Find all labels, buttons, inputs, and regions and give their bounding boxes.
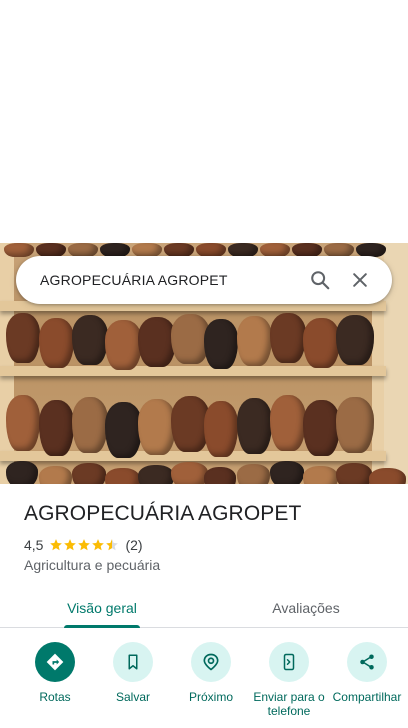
- search-bar[interactable]: AGROPECUÁRIA AGROPET: [16, 256, 392, 304]
- photo-gourd: [72, 315, 108, 365]
- photo-gourd: [171, 462, 208, 484]
- photo-gourd: [105, 402, 142, 458]
- star-icon: [92, 539, 105, 551]
- photo-gourd: [336, 397, 374, 453]
- share-label: Compartilhar: [332, 690, 402, 704]
- close-icon[interactable]: [340, 260, 380, 300]
- directions-icon: [35, 642, 75, 682]
- photo-gourd: [4, 243, 34, 257]
- action-row: Rotas Salvar Próximo Enviar para o telef…: [16, 642, 401, 720]
- photo-gourd: [336, 463, 372, 484]
- directions-label: Rotas: [39, 690, 71, 704]
- photo-gourd: [303, 466, 338, 484]
- photo-gourd: [228, 243, 258, 257]
- send-to-phone-icon: [269, 642, 309, 682]
- photo-gourd: [204, 467, 236, 484]
- photo-gourd: [196, 243, 226, 257]
- star-icon: [106, 539, 119, 551]
- photo-gourd: [356, 243, 386, 257]
- photo-gourd: [303, 400, 340, 456]
- photo-gourd: [72, 397, 108, 453]
- photo-gourd: [6, 313, 40, 363]
- photo-gourd: [270, 461, 304, 484]
- photo-gourd: [204, 319, 238, 369]
- star-icon: [64, 539, 77, 551]
- share-button[interactable]: Compartilhar: [328, 642, 406, 720]
- search-icon[interactable]: [300, 260, 340, 300]
- photo-gourd: [72, 463, 106, 484]
- photo-gourd: [39, 400, 74, 456]
- photo-gourd: [164, 243, 194, 257]
- photo-gourd: [292, 243, 322, 257]
- photo-gourd: [303, 318, 340, 368]
- photo-gourd: [105, 468, 140, 484]
- review-count[interactable]: (2): [125, 537, 142, 553]
- directions-button[interactable]: Rotas: [16, 642, 94, 720]
- rating-row[interactable]: 4,5 (2): [24, 537, 143, 553]
- send-to-phone-label: Enviar para o telefone: [253, 690, 325, 718]
- photo-gourd: [237, 398, 272, 454]
- photo-gourd: [132, 243, 162, 257]
- photo-gourd: [237, 464, 270, 484]
- star-icon: [78, 539, 91, 551]
- tab-reviews[interactable]: Avaliações: [204, 588, 408, 627]
- photo-gourd: [6, 395, 40, 451]
- save-label: Salvar: [115, 690, 150, 704]
- photo-gourd: [68, 243, 98, 257]
- nearby-button[interactable]: Próximo: [172, 642, 250, 720]
- rating-stars: [49, 538, 119, 552]
- tab-overview[interactable]: Visão geral: [0, 588, 204, 627]
- photo-gourd: [336, 315, 374, 365]
- search-input[interactable]: AGROPECUÁRIA AGROPET: [40, 272, 300, 288]
- photo-gourd: [324, 243, 354, 257]
- tab-bar: Visão geral Avaliações: [0, 588, 408, 628]
- bookmark-icon: [113, 642, 153, 682]
- nearby-icon: [191, 642, 231, 682]
- star-icon: [50, 539, 63, 551]
- photo-gourd: [204, 401, 238, 457]
- photo-gourd: [39, 318, 74, 368]
- place-title: AGROPECUÁRIA AGROPET: [24, 502, 302, 525]
- save-button[interactable]: Salvar: [94, 642, 172, 720]
- photo-gourd: [260, 243, 290, 257]
- photo-gourd: [138, 465, 174, 484]
- photo-gourd: [100, 243, 130, 257]
- photo-gourd: [105, 320, 142, 370]
- nearby-label: Próximo: [188, 690, 233, 704]
- photo-gourd: [6, 461, 38, 484]
- photo-gourd: [369, 468, 406, 484]
- place-category[interactable]: Agricultura e pecuária: [24, 557, 160, 573]
- share-icon: [347, 642, 387, 682]
- photo-gourd: [270, 313, 306, 363]
- send-to-phone-button[interactable]: Enviar para o telefone: [250, 642, 328, 720]
- rating-value: 4,5: [24, 537, 44, 553]
- photo-gourd: [39, 466, 72, 484]
- photo-gourd: [270, 395, 306, 451]
- photo-gourd: [237, 316, 272, 366]
- photo-gourd: [36, 243, 66, 257]
